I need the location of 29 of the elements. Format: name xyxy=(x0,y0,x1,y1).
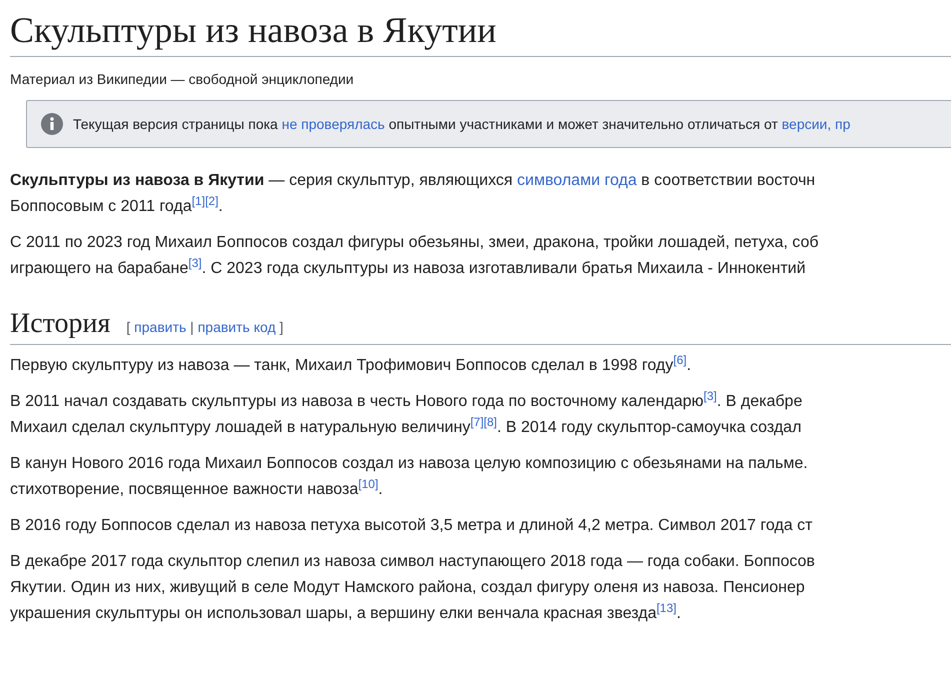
reference-link[interactable]: [13] xyxy=(656,601,676,615)
bracket-text: ] xyxy=(278,318,284,337)
paragraph-text: Первую скульптуру из навоза — танк, Михаил Трофимович Боппосов сделал в 1998 году$^{[6]}$. xyxy=(10,353,692,376)
text-link[interactable]: править xyxy=(134,317,186,338)
reference-link[interactable]: [7] xyxy=(470,415,484,429)
text-link[interactable]: символами года xyxy=(517,172,637,189)
paragraph-text: В 2016 году Боппосов сделал из навоза петуха высотой 3,5 метра и длиной 4,2 метра. Символ 2017 года ст xyxy=(10,516,812,536)
reference-link[interactable]: [1] xyxy=(192,194,206,208)
text-link[interactable]: не проверялась xyxy=(282,116,385,132)
reference-link[interactable]: [2] xyxy=(205,194,218,208)
paragraph-text: Скульптуры из навоза в Якутии — серия скульптур, являющихся символами года в соответствии восточн Боппосовым с 2011 года$^{[1]}$$^{[2]}$. xyxy=(10,171,816,217)
reference-link[interactable]: [3] xyxy=(188,256,202,270)
info-icon xyxy=(41,113,63,135)
reference-link[interactable]: [8] xyxy=(484,415,498,429)
notice-text: Текущая версия страницы пока не проверялась опытными участниками и может значительно отличаться от версии, пр xyxy=(73,114,850,134)
bracket-text: [ xyxy=(126,318,132,337)
paragraph-text: С 2011 по 2023 год Михаил Боппосов создал фигуры обезьяны, змеи, дракона, тройки лошадей, петуха, соб играющего на барабане$^{[3]}$. С 2023 года скульптуры из навоза изготавливали братья Михаила - Иннокентий xyxy=(10,233,818,279)
reference-link[interactable]: [3] xyxy=(704,389,717,403)
reference-link[interactable]: [6] xyxy=(673,353,687,367)
section-heading: История xyxy=(10,307,110,341)
subtitle-text: Материал из Википедии — свободной энциклопедии xyxy=(10,70,354,89)
paragraph-text: В 2011 начал создавать скульптуры из навоза в честь Нового года по восточному календарю$^{[3]}$. В декабре Михаил сделал скульптуру лошадей в натуральную величину$^{[7]}$$^{[8]}$. В 2014 году скульптор-самоучка создал xyxy=(10,389,802,438)
bracket-text: | xyxy=(189,318,195,337)
text-link[interactable]: править код xyxy=(198,317,276,338)
text-link[interactable]: версии, пр xyxy=(782,116,850,132)
page-title: Скульптуры из навоза в Якутии xyxy=(10,6,951,57)
paragraph-text: В декабре 2017 года скульптор слепил из навоза символ наступающего 2018 года — года собаки. Боппосов Якутии. Один из них, живущий в селе Модут Намского района, создал фигуру оленя из навоза. Пенсионер украшения скульптуры он использовал шары, а вершину елки венчала красная звезда$^{[13]}$. xyxy=(10,552,815,624)
reference-link[interactable]: [10] xyxy=(358,477,378,491)
paragraph-text: В канун Нового 2016 года Михаил Боппосов создал из навоза целую композицию с обезьянами на пальме. стихотворение, посвященное важности навоза$^{[10]}$. xyxy=(10,454,808,500)
